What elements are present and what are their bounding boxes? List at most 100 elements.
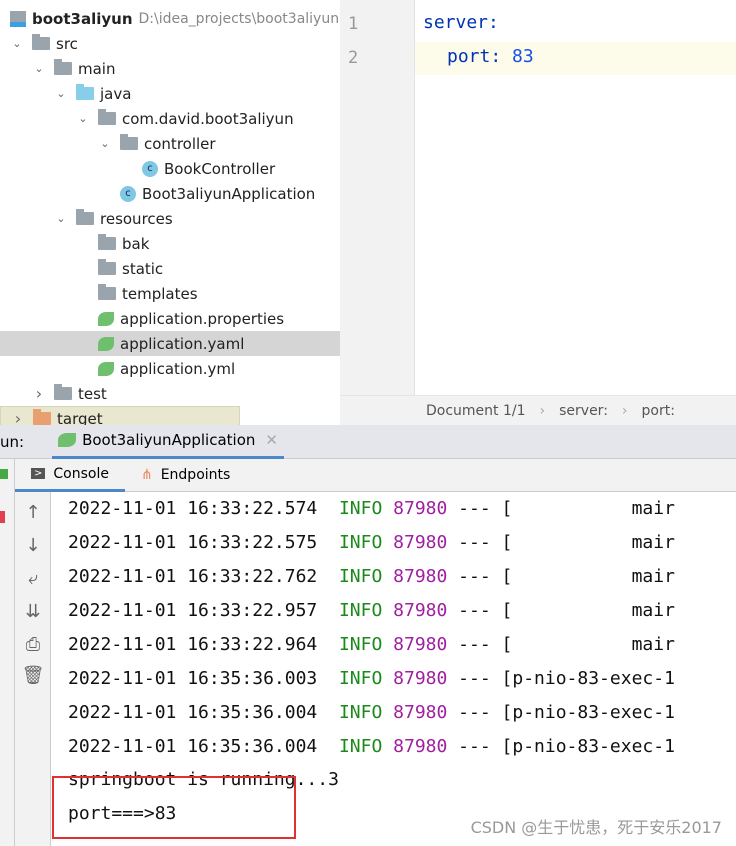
log-line: 2022-11-01 16:33:22.574 INFO 87980 --- [… — [68, 492, 675, 526]
tree-item[interactable]: application.properties — [0, 306, 340, 331]
console-tabs: > Console ⋔ Endpoints — [15, 459, 736, 492]
folder-icon — [54, 59, 72, 75]
tree-item-label: BookController — [164, 159, 276, 178]
trash-icon[interactable]: 🗑 — [15, 665, 51, 686]
yaml-editor[interactable]: 1 2 server: port: 83 Document 1/1 › serve… — [340, 0, 736, 425]
chevron-down-icon[interactable]: ⌄ — [98, 137, 112, 150]
source-folder-icon — [76, 84, 94, 100]
tree-item-label: application.properties — [120, 309, 285, 328]
tree-item[interactable]: bak — [0, 231, 340, 256]
log-timestamp: 2022-11-01 16:35:36.004 — [68, 736, 318, 757]
tab-endpoints[interactable]: ⋔ Endpoints — [125, 459, 246, 492]
tree-item[interactable]: application.yaml — [0, 331, 340, 356]
package-icon — [120, 134, 138, 150]
chevron-down-icon[interactable]: ⌄ — [10, 37, 24, 50]
tree-item-label: static — [122, 259, 164, 278]
run-toolwindow-header: un: Boot3aliyunApplication ✕ — [0, 425, 736, 459]
log-level: INFO — [338, 532, 383, 553]
log-pid: 87980 — [393, 668, 448, 689]
console-toolbar: ↑ ↓ ⤶ ⇊ ⎙ 🗑 — [15, 492, 51, 846]
folder-icon — [32, 34, 50, 50]
log-pid: 87980 — [393, 634, 448, 655]
chevron-down-icon[interactable]: ⌄ — [32, 62, 46, 75]
tree-item[interactable]: application.yml — [0, 356, 340, 381]
log-pid: 87980 — [393, 566, 448, 587]
log-line: 2022-11-01 16:33:22.575 INFO 87980 --- [… — [68, 526, 675, 560]
class-icon: c — [142, 160, 158, 177]
endpoints-icon: ⋔ — [140, 467, 153, 483]
log-pid: 87980 — [393, 736, 448, 757]
tree-item-label: test — [78, 384, 107, 403]
tree-item[interactable]: ⌄ main — [0, 56, 340, 81]
chevron-right-icon[interactable]: › — [32, 384, 46, 403]
project-tree: boot3aliyun D:\idea_projects\boot3aliyun… — [0, 0, 340, 431]
run-label: un: — [0, 432, 25, 451]
tree-item[interactable]: c BookController — [0, 156, 340, 181]
soft-wrap-icon[interactable]: ⤶ — [15, 568, 51, 589]
run-tab[interactable]: Boot3aliyunApplication ✕ — [52, 425, 284, 459]
tree-item-label: src — [56, 34, 78, 53]
folder-icon — [54, 384, 72, 400]
log-line: 2022-11-01 16:35:36.004 INFO 87980 --- [… — [68, 730, 675, 764]
tree-item-label: templates — [122, 284, 198, 303]
print-icon[interactable]: ⎙ — [15, 634, 51, 655]
resources-folder-icon — [76, 209, 94, 225]
spring-class-icon: c — [120, 185, 136, 202]
close-icon[interactable]: ✕ — [265, 431, 278, 449]
tree-item[interactable]: c Boot3aliyunApplication — [0, 181, 340, 206]
log-thread: --- [p-nio-83-exec-1 — [458, 668, 675, 689]
arrow-down-icon[interactable]: ↓ — [15, 535, 51, 556]
log-thread: --- [ mair — [458, 600, 675, 621]
arrow-up-icon[interactable]: ↑ — [15, 502, 51, 523]
log-thread: --- [ mair — [458, 634, 675, 655]
breadcrumb-item[interactable]: server: — [559, 403, 608, 419]
breadcrumb-item[interactable]: Document 1/1 — [426, 403, 526, 419]
tree-item-label: bak — [122, 234, 150, 253]
log-level: INFO — [338, 566, 383, 587]
scroll-to-end-icon[interactable]: ⇊ — [15, 601, 51, 622]
yaml-value: 83 — [512, 46, 534, 67]
log-thread: --- [p-nio-83-exec-1 — [458, 736, 675, 757]
folder-icon — [98, 259, 116, 275]
log-timestamp: 2022-11-01 16:35:36.003 — [68, 668, 318, 689]
breadcrumb-item[interactable]: port: — [642, 403, 675, 419]
breadcrumb: Document 1/1 › server: › port: — [340, 395, 736, 425]
project-path: D:\idea_projects\boot3aliyun — [138, 10, 340, 27]
log-thread: --- [ mair — [458, 566, 675, 587]
chevron-down-icon[interactable]: ⌄ — [76, 112, 90, 125]
package-icon — [98, 109, 116, 125]
tree-item[interactable]: ⌄ com.david.boot3aliyun — [0, 106, 340, 131]
tree-item-label: main — [78, 59, 116, 78]
log-pid: 87980 — [393, 702, 448, 723]
chevron-down-icon[interactable]: ⌄ — [54, 212, 68, 225]
tree-item[interactable]: ⌄ src — [0, 31, 340, 56]
log-thread: --- [ mair — [458, 532, 675, 553]
tree-item[interactable]: › test — [0, 381, 340, 406]
log-pid: 87980 — [393, 498, 448, 519]
run-actions-strip — [0, 459, 15, 846]
tree-item-label: Boot3aliyunApplication — [142, 184, 316, 203]
tree-item-label: resources — [100, 209, 173, 228]
tree-item[interactable]: ⌄ java — [0, 81, 340, 106]
spring-config-icon — [98, 361, 114, 376]
tab-console[interactable]: > Console — [15, 459, 125, 492]
log-level: INFO — [338, 634, 383, 655]
tree-item[interactable]: static — [0, 256, 340, 281]
spring-config-icon — [98, 311, 114, 326]
tree-item[interactable]: ⌄ controller — [0, 131, 340, 156]
spring-boot-icon — [58, 433, 77, 447]
log-timestamp: 2022-11-01 16:33:22.762 — [68, 566, 318, 587]
log-level: INFO — [338, 668, 383, 689]
tree-item[interactable]: ⌄ resources — [0, 206, 340, 231]
stop-icon[interactable] — [0, 511, 5, 523]
spring-config-icon — [98, 336, 114, 351]
tree-item[interactable]: templates — [0, 281, 340, 306]
rerun-icon[interactable] — [0, 469, 8, 479]
chevron-down-icon[interactable]: ⌄ — [54, 87, 68, 100]
project-root[interactable]: boot3aliyun D:\idea_projects\boot3aliyun — [0, 6, 340, 31]
log-level: INFO — [338, 498, 383, 519]
module-icon — [10, 10, 26, 27]
line-number: 2 — [348, 48, 359, 68]
log-level: INFO — [338, 600, 383, 621]
folder-icon — [98, 234, 116, 250]
